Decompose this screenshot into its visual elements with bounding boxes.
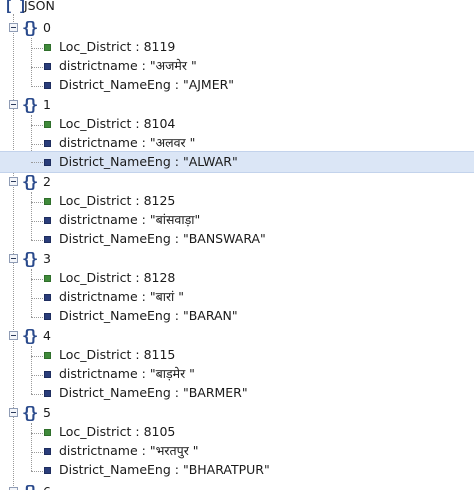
array-bracket-icon: [ ] (4, 0, 27, 15)
string-leaf-icon (44, 82, 51, 89)
property-text: districtname : "अजमेर " (59, 58, 197, 73)
string-leaf-icon (44, 448, 51, 455)
collapse-minus-icon[interactable] (9, 254, 18, 263)
object-index: 0 (43, 20, 51, 35)
string-leaf-icon (44, 467, 51, 474)
property-text: districtname : "भरतपुर " (59, 443, 199, 458)
property-text: District_NameEng : "BANSWARA" (59, 231, 266, 246)
string-leaf-icon (44, 63, 51, 70)
tree-property-row[interactable]: District_NameEng : "AJMER" (0, 75, 474, 97)
root-label: JSON (24, 0, 55, 13)
property-text: Loc_District : 8128 (59, 270, 176, 285)
property-text: District_NameEng : "BARMER" (59, 385, 248, 400)
collapse-minus-icon[interactable] (9, 100, 18, 109)
number-leaf-icon (44, 198, 51, 205)
tree-property-row[interactable]: District_NameEng : "BHARATPUR" (0, 460, 474, 482)
object-index: 5 (43, 405, 51, 420)
object-index: 4 (43, 328, 51, 343)
tree-property-row[interactable]: District_NameEng : "BANSWARA" (0, 229, 474, 251)
object-braces-icon: {} (22, 172, 38, 191)
property-text: districtname : "अलवर " (59, 135, 196, 150)
number-leaf-icon (44, 429, 51, 436)
property-text: districtname : "बाड़मेर " (59, 366, 195, 381)
string-leaf-icon (44, 294, 51, 301)
string-leaf-icon (44, 390, 51, 397)
number-leaf-icon (44, 121, 51, 128)
property-text: districtname : "बारां " (59, 289, 185, 304)
property-text: Loc_District : 8119 (59, 39, 176, 54)
collapse-minus-icon[interactable] (9, 408, 18, 417)
property-text: Loc_District : 8125 (59, 193, 176, 208)
collapse-minus-icon[interactable] (9, 331, 18, 340)
property-text: Loc_District : 8115 (59, 347, 176, 362)
string-leaf-icon (44, 217, 51, 224)
number-leaf-icon (44, 44, 51, 51)
object-braces-icon: {} (22, 18, 38, 37)
tree-property-row[interactable]: District_NameEng : "BARMER" (0, 383, 474, 405)
object-index: 6 (43, 485, 51, 490)
tree-property-row-selected[interactable]: District_NameEng : "ALWAR" (0, 151, 474, 173)
number-leaf-icon (44, 275, 51, 282)
collapse-minus-icon[interactable] (9, 177, 18, 186)
string-leaf-icon (44, 371, 51, 378)
string-leaf-icon (44, 236, 51, 243)
number-leaf-icon (44, 352, 51, 359)
collapse-minus-icon[interactable] (9, 23, 18, 32)
string-leaf-icon (44, 159, 51, 166)
property-text: districtname : "बांसवाड़ा" (59, 212, 201, 227)
property-text: Loc_District : 8105 (59, 424, 176, 439)
property-text: District_NameEng : "BARAN" (59, 308, 238, 323)
object-index: 3 (43, 251, 51, 266)
tree-property-row[interactable]: District_NameEng : "BARAN" (0, 306, 474, 328)
string-leaf-icon (44, 313, 51, 320)
object-braces-icon: {} (22, 249, 38, 268)
string-leaf-icon (44, 140, 51, 147)
property-text: District_NameEng : "AJMER" (59, 77, 235, 92)
object-braces-icon: {} (22, 95, 38, 114)
property-text: Loc_District : 8104 (59, 116, 176, 131)
tree-connector (31, 162, 43, 163)
object-braces-icon: {} (22, 326, 38, 345)
object-braces-icon: {} (22, 403, 38, 422)
object-index: 1 (43, 97, 51, 112)
object-braces-icon: {} (22, 482, 38, 490)
tree-root-node[interactable]: [ ] JSON (0, 0, 474, 16)
property-text: District_NameEng : "BHARATPUR" (59, 462, 270, 477)
tree-object-node-partial[interactable]: {} 6 (0, 482, 474, 490)
json-tree-view: [ ] JSON {} 0 Loc_District : 8119 distri… (0, 0, 474, 490)
property-text: District_NameEng : "ALWAR" (59, 154, 238, 169)
object-index: 2 (43, 174, 51, 189)
